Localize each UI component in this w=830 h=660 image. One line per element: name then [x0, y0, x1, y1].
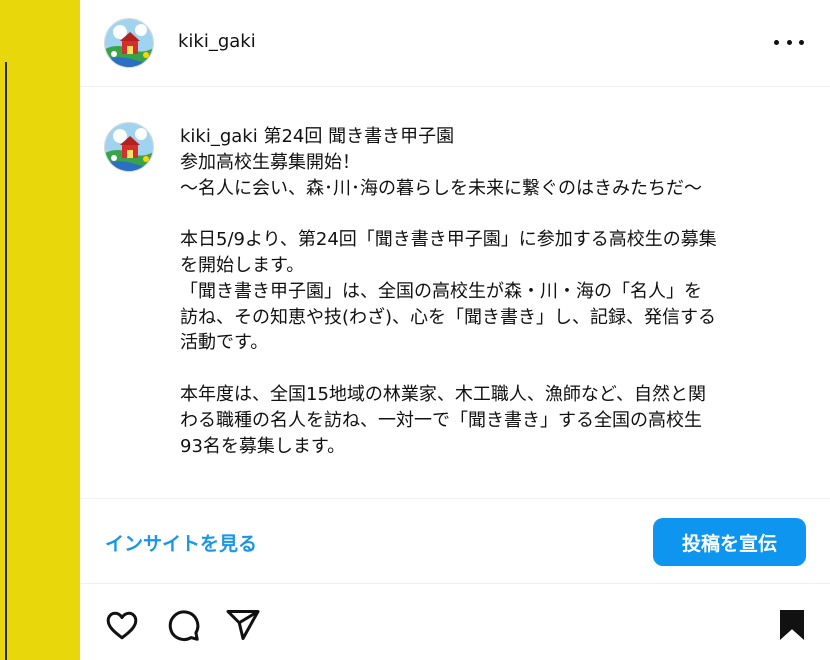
view-insights-link[interactable]: インサイトを見る [105, 529, 257, 556]
caption-username[interactable]: kiki_gaki [180, 126, 258, 147]
heart-icon[interactable] [104, 607, 140, 643]
caption-line: 参加高校生募集開始！ [180, 151, 360, 173]
caption-title: 第24回 聞き書き甲子園 [263, 126, 455, 147]
caption-line: 活動です。 [180, 332, 269, 354]
caption-line: 訪ね、その知恵や技(わざ)、心を「聞き書き」し、記録、発信する [180, 306, 717, 328]
caption-line: わる職種の名人を訪ね、一対一で「聞き書き」する全国の高校生 [180, 409, 702, 431]
caption-line: を開始します。 [180, 254, 305, 276]
caption-line: ～名人に会い、森･川･海の暮らしを未来に繋ぐのはきみたちだ～ [180, 177, 702, 199]
post-actions [80, 585, 830, 660]
more-options-icon[interactable] [774, 32, 804, 52]
promote-post-button[interactable]: 投稿を宣伝 [653, 518, 806, 566]
post-header: kiki_gaki [80, 0, 830, 87]
avatar-illustration-icon [105, 19, 153, 67]
insights-bar: インサイトを見る 投稿を宣伝 [80, 498, 830, 584]
post-username[interactable]: kiki_gaki [178, 31, 256, 52]
caption-line: 93名を募集します。 [180, 435, 346, 457]
caption-line: 本年度は、全国15地域の林業家、木工職人、漁師など、自然と関 [180, 383, 707, 405]
avatar-illustration-icon [105, 123, 153, 171]
left-background-strip [0, 0, 80, 660]
caption-line: 「聞き書き甲子園」は、全国の高校生が森・川・海の「名人」を [180, 280, 702, 302]
profile-avatar[interactable] [104, 18, 154, 68]
post-caption: kiki_gaki 第24回 聞き書き甲子園 参加高校生募集開始！ ～名人に会い… [180, 124, 810, 459]
more-dot [799, 39, 804, 45]
bookmark-icon[interactable] [774, 607, 810, 643]
post-panel: kiki_gaki kiki_gaki 第24回 聞き書き甲子園 参加高校生募集… [80, 0, 830, 660]
caption-avatar[interactable] [104, 122, 154, 172]
more-dot [786, 39, 792, 45]
more-dot [774, 39, 779, 45]
caption-line: 本日5/9より、第24回「聞き書き甲子園」に参加する高校生の募集 [180, 229, 717, 251]
comment-icon[interactable] [165, 607, 201, 643]
caption-area: kiki_gaki 第24回 聞き書き甲子園 参加高校生募集開始！ ～名人に会い… [80, 88, 830, 498]
share-icon[interactable] [225, 607, 261, 643]
caption-line: kiki_gaki 第24回 聞き書き甲子園 [180, 124, 810, 150]
window-edge-line [5, 62, 7, 660]
